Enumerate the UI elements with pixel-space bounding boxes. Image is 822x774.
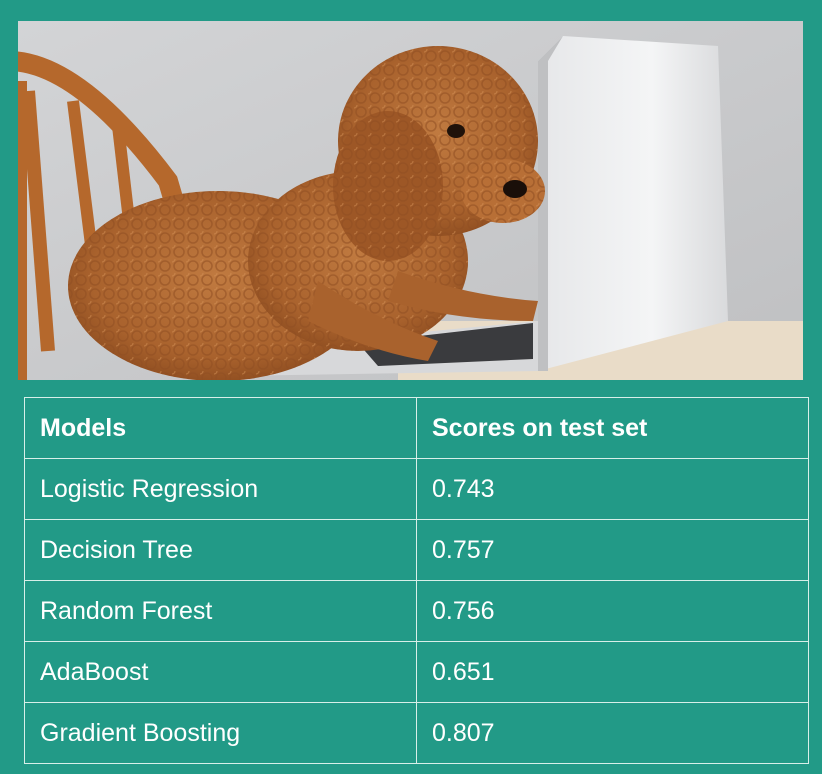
model-name-cell: AdaBoost xyxy=(24,641,417,703)
photo-illustration xyxy=(18,21,803,380)
score-cell: 0.807 xyxy=(416,702,809,764)
score-cell: 0.757 xyxy=(416,519,809,581)
table-header-row: Models Scores on test set xyxy=(24,397,809,459)
header-models: Models xyxy=(24,397,417,459)
header-scores: Scores on test set xyxy=(416,397,809,459)
model-name-cell: Decision Tree xyxy=(24,519,417,581)
table-row: Decision Tree 0.757 xyxy=(24,519,809,581)
model-scores-table: Models Scores on test set Logistic Regre… xyxy=(24,397,809,764)
table-row: Logistic Regression 0.743 xyxy=(24,458,809,520)
model-name-cell: Logistic Regression xyxy=(24,458,417,520)
table-row: AdaBoost 0.651 xyxy=(24,641,809,703)
table-row: Random Forest 0.756 xyxy=(24,580,809,642)
score-cell: 0.743 xyxy=(416,458,809,520)
table-row: Gradient Boosting 0.807 xyxy=(24,702,809,764)
model-name-cell: Random Forest xyxy=(24,580,417,642)
score-cell: 0.756 xyxy=(416,580,809,642)
poodle-laptop-photo xyxy=(18,21,803,380)
model-name-cell: Gradient Boosting xyxy=(24,702,417,764)
score-cell: 0.651 xyxy=(416,641,809,703)
